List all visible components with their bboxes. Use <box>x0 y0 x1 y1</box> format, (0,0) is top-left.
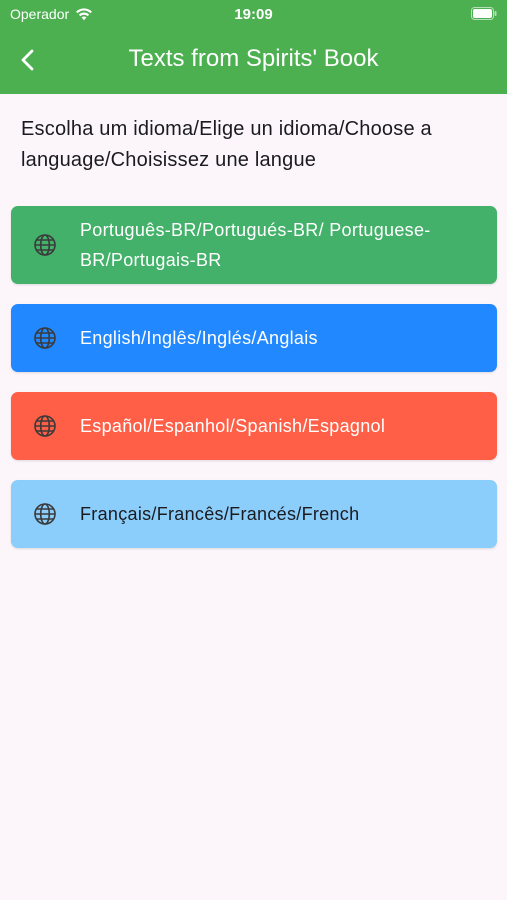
language-button-portuguese[interactable]: Português-BR/Portugués-BR/ Portuguese-BR… <box>11 206 497 284</box>
language-button-spanish[interactable]: Español/Espanhol/Spanish/Espagnol <box>11 392 497 460</box>
language-label: Français/Francês/Francés/French <box>80 504 360 524</box>
globe-icon <box>34 503 56 525</box>
page-title: Texts from Spirits' Book <box>128 45 379 72</box>
status-time: 19:09 <box>234 6 273 23</box>
status-bar: Operador 19:09 <box>0 0 507 28</box>
language-label: Español/Espanhol/Spanish/Espagnol <box>80 416 386 436</box>
language-label: English/Inglês/Inglés/Anglais <box>80 328 318 348</box>
app-bar: Operador 19:09 Texts from Spirits' Book <box>0 0 507 94</box>
globe-icon <box>34 234 56 256</box>
globe-icon <box>34 327 56 349</box>
language-button-french[interactable]: Français/Francês/Francés/French <box>11 480 497 548</box>
language-button-english[interactable]: English/Inglês/Inglés/Anglais <box>11 304 497 372</box>
language-label: Português-BR/Portugués-BR/ Portuguese-BR… <box>80 220 431 270</box>
globe-icon <box>34 415 56 437</box>
battery-icon <box>471 7 497 20</box>
language-prompt: Escolha um idioma/Elige un idioma/Choose… <box>21 118 432 171</box>
